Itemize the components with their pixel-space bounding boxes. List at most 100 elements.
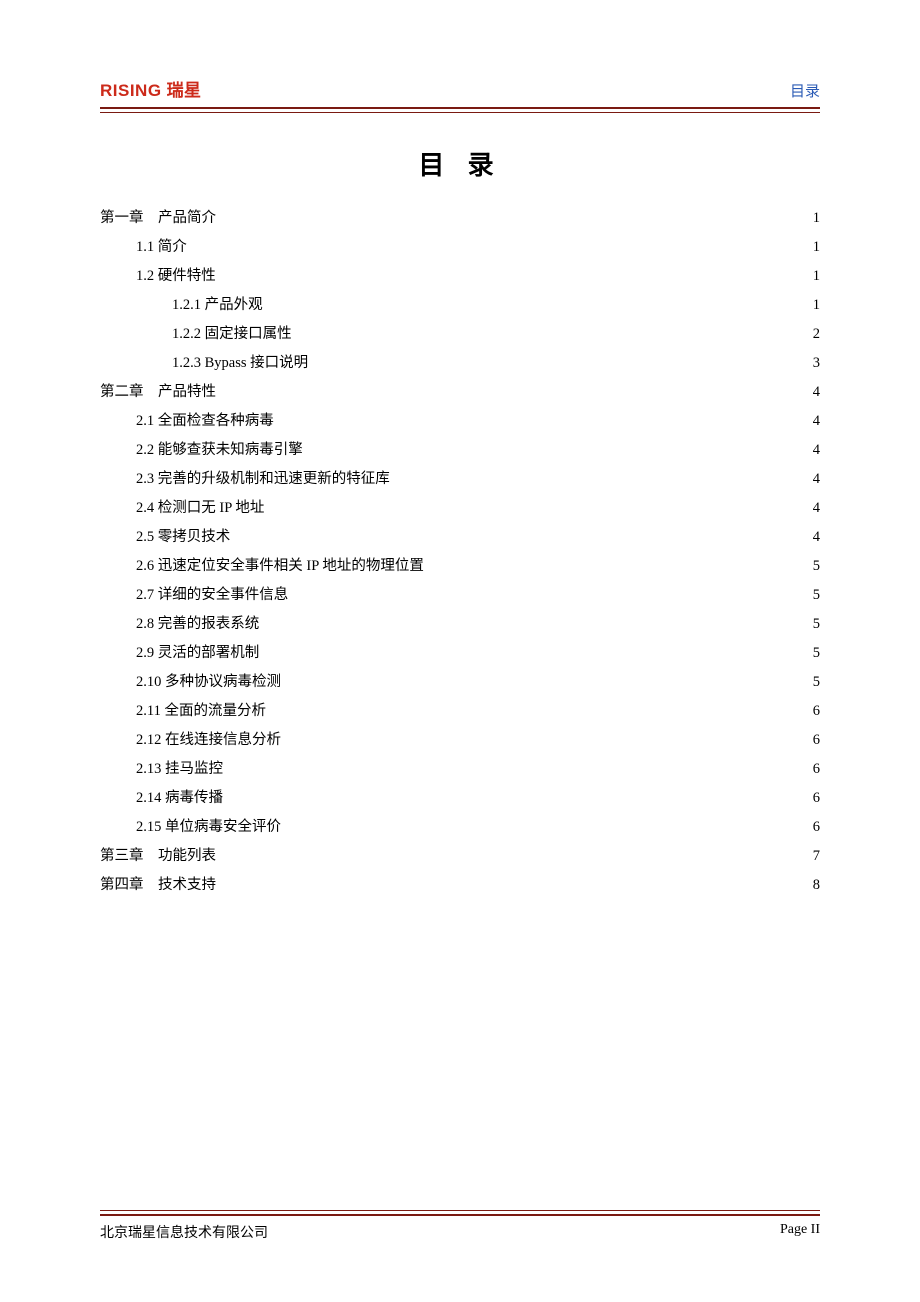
toc-entry-page: 6 — [809, 813, 820, 842]
toc-entry-page: 6 — [809, 697, 820, 726]
toc-entry-page: 1 — [809, 204, 820, 233]
toc-entry-label: 1.2.1 产品外观 — [172, 291, 263, 320]
toc-entry-label: 第四章 技术支持 — [100, 871, 216, 900]
toc-entry-label: 2.4 检测口无 IP 地址 — [136, 494, 264, 523]
toc-entry-page: 4 — [809, 436, 820, 465]
toc-entry-page: 1 — [809, 291, 820, 320]
header-rule — [100, 107, 820, 113]
toc-entry[interactable]: 2.7 详细的安全事件信息 5 — [100, 581, 820, 610]
toc-entry-label: 2.2 能够查获未知病毒引擎 — [136, 436, 303, 465]
toc-leader-dots — [266, 701, 809, 716]
toc-entry-label: 2.5 零拷贝技术 — [136, 523, 230, 552]
toc-leader-dots — [390, 469, 809, 484]
toc-leader-dots — [303, 440, 809, 455]
toc-entry-page: 1 — [809, 262, 820, 291]
page-footer: 北京瑞星信息技术有限公司 Page II — [100, 1216, 820, 1242]
toc-leader-dots — [263, 295, 809, 310]
toc-entry-page: 5 — [809, 668, 820, 697]
toc-entry-page: 6 — [809, 784, 820, 813]
toc-entry-page: 5 — [809, 581, 820, 610]
toc-entry[interactable]: 2.2 能够查获未知病毒引擎 4 — [100, 436, 820, 465]
toc-leader-dots — [216, 208, 809, 223]
toc-entry-label: 1.1 简介 — [136, 233, 187, 262]
toc-entry-label: 2.12 在线连接信息分析 — [136, 726, 281, 755]
toc-leader-dots — [216, 266, 809, 281]
toc-entry[interactable]: 第一章 产品简介 1 — [100, 204, 820, 233]
table-of-contents: 第一章 产品简介11.1 简介11.2 硬件特性11.2.1 产品外观11.2.… — [100, 204, 820, 1210]
toc-leader-dots — [216, 846, 809, 861]
toc-entry-label: 2.10 多种协议病毒检测 — [136, 668, 281, 697]
footer-wrap: 北京瑞星信息技术有限公司 Page II — [100, 1210, 820, 1242]
toc-entry[interactable]: 2.10 多种协议病毒检测 5 — [100, 668, 820, 697]
toc-leader-dots — [259, 643, 809, 658]
toc-leader-dots — [281, 817, 809, 832]
toc-leader-dots — [288, 585, 809, 600]
toc-entry-label: 2.3 完善的升级机制和迅速更新的特征库 — [136, 465, 390, 494]
toc-leader-dots — [308, 353, 809, 368]
toc-leader-dots — [216, 382, 809, 397]
toc-entry[interactable]: 2.1 全面检查各种病毒 4 — [100, 407, 820, 436]
toc-leader-dots — [223, 788, 809, 803]
toc-entry[interactable]: 2.4 检测口无 IP 地址 4 — [100, 494, 820, 523]
toc-entry-label: 第一章 产品简介 — [100, 204, 216, 233]
toc-entry[interactable]: 第四章 技术支持8 — [100, 871, 820, 900]
toc-entry-label: 1.2.3 Bypass 接口说明 — [172, 349, 308, 378]
toc-entry[interactable]: 第二章 产品特性 4 — [100, 378, 820, 407]
toc-entry-page: 6 — [809, 755, 820, 784]
brand-logo: RISING 瑞星 — [100, 76, 202, 101]
toc-leader-dots — [216, 875, 809, 890]
toc-entry-label: 1.2 硬件特性 — [136, 262, 216, 291]
toc-entry[interactable]: 2.3 完善的升级机制和迅速更新的特征库 4 — [100, 465, 820, 494]
toc-leader-dots — [292, 324, 809, 339]
toc-entry[interactable]: 2.11 全面的流量分析 6 — [100, 697, 820, 726]
toc-entry-label: 2.13 挂马监控 — [136, 755, 223, 784]
toc-entry[interactable]: 2.15 单位病毒安全评价6 — [100, 813, 820, 842]
toc-entry-page: 7 — [809, 842, 820, 871]
toc-entry[interactable]: 1.1 简介 1 — [100, 233, 820, 262]
toc-entry-label: 2.7 详细的安全事件信息 — [136, 581, 288, 610]
toc-entry[interactable]: 2.5 零拷贝技术4 — [100, 523, 820, 552]
toc-entry[interactable]: 2.9 灵活的部署机制 5 — [100, 639, 820, 668]
header-section-label: 目录 — [790, 80, 820, 101]
toc-entry[interactable]: 1.2 硬件特性 1 — [100, 262, 820, 291]
toc-entry[interactable]: 2.6 迅速定位安全事件相关 IP 地址的物理位置5 — [100, 552, 820, 581]
toc-entry-page: 4 — [809, 378, 820, 407]
page-title: 目 录 — [100, 145, 820, 182]
toc-entry-page: 4 — [809, 465, 820, 494]
toc-entry-page: 6 — [809, 726, 820, 755]
brand-logo-en: RISING — [100, 81, 162, 101]
toc-entry-page: 4 — [809, 407, 820, 436]
toc-entry-page: 2 — [809, 320, 820, 349]
toc-entry[interactable]: 2.12 在线连接信息分析 6 — [100, 726, 820, 755]
toc-entry-label: 2.9 灵活的部署机制 — [136, 639, 259, 668]
document-page: RISING 瑞星 目录 目 录 第一章 产品简介11.1 简介11.2 硬件特… — [0, 0, 920, 1302]
toc-entry[interactable]: 2.14 病毒传播 6 — [100, 784, 820, 813]
toc-entry-label: 2.8 完善的报表系统 — [136, 610, 259, 639]
toc-leader-dots — [230, 527, 809, 542]
toc-leader-dots — [187, 237, 809, 252]
toc-entry-label: 1.2.2 固定接口属性 — [172, 320, 292, 349]
toc-entry-label: 2.11 全面的流量分析 — [136, 697, 266, 726]
toc-leader-dots — [274, 411, 809, 426]
toc-leader-dots — [264, 498, 808, 513]
toc-entry[interactable]: 2.13 挂马监控 6 — [100, 755, 820, 784]
toc-entry-page: 5 — [809, 639, 820, 668]
toc-entry-page: 5 — [809, 552, 820, 581]
toc-leader-dots — [281, 672, 809, 687]
toc-entry[interactable]: 第三章 功能列表7 — [100, 842, 820, 871]
toc-entry-page: 4 — [809, 494, 820, 523]
toc-entry-page: 3 — [809, 349, 820, 378]
toc-entry-label: 第二章 产品特性 — [100, 378, 216, 407]
toc-entry[interactable]: 1.2.3 Bypass 接口说明 3 — [100, 349, 820, 378]
toc-entry[interactable]: 2.8 完善的报表系统 5 — [100, 610, 820, 639]
toc-leader-dots — [281, 730, 809, 745]
toc-entry-label: 2.1 全面检查各种病毒 — [136, 407, 274, 436]
toc-entry-page: 5 — [809, 610, 820, 639]
toc-entry-label: 2.14 病毒传播 — [136, 784, 223, 813]
toc-entry[interactable]: 1.2.2 固定接口属性 2 — [100, 320, 820, 349]
toc-entry[interactable]: 1.2.1 产品外观 1 — [100, 291, 820, 320]
toc-entry-page: 1 — [809, 233, 820, 262]
toc-leader-dots — [424, 556, 809, 571]
footer-company: 北京瑞星信息技术有限公司 — [100, 1222, 268, 1242]
brand-logo-cn: 瑞星 — [167, 76, 202, 101]
